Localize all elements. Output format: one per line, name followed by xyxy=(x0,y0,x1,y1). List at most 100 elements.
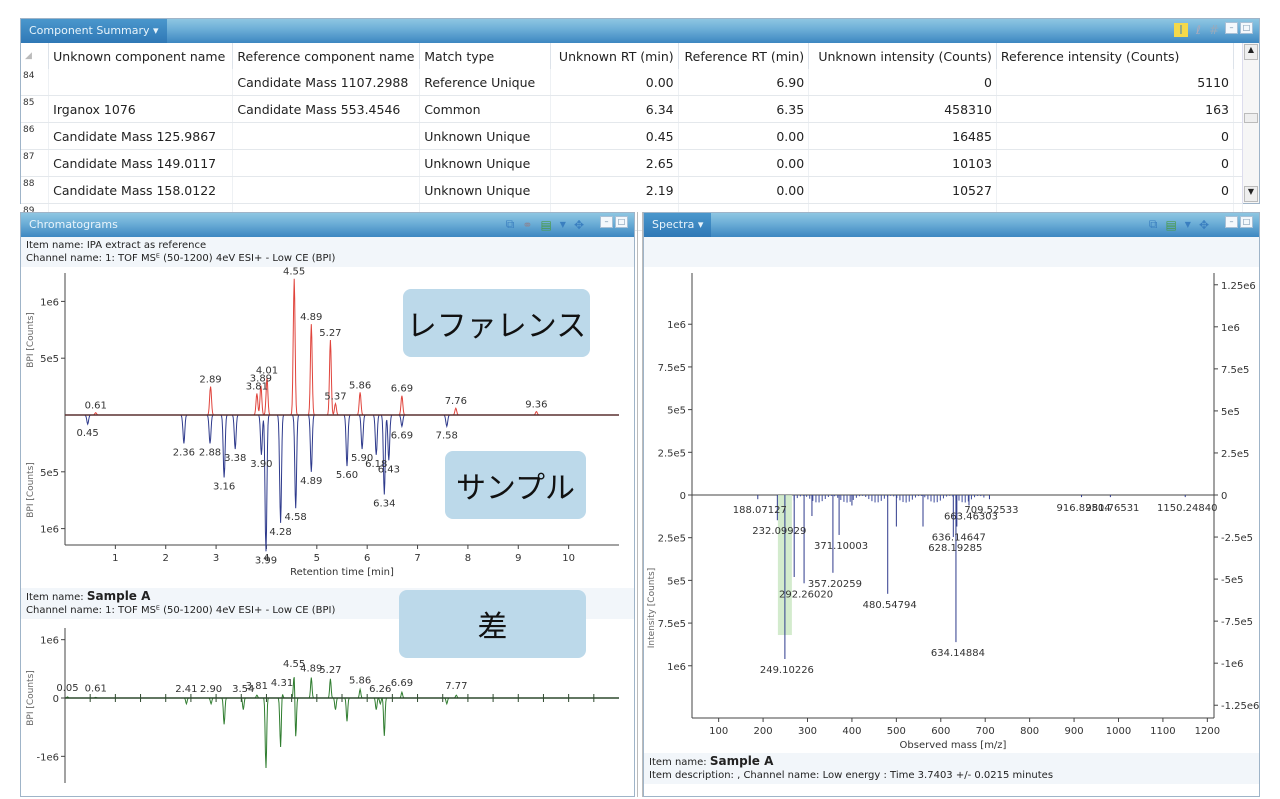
scroll-up-icon[interactable]: ▲ xyxy=(1244,44,1258,60)
column-header[interactable]: Unknown RT (min) xyxy=(550,43,679,69)
minimize-icon[interactable]: – xyxy=(1225,22,1238,34)
export-icon[interactable]: ▤ xyxy=(540,218,551,232)
cell-ri: 0 xyxy=(996,122,1235,150)
cell-ref xyxy=(232,149,421,177)
minimize-icon[interactable]: – xyxy=(600,216,613,228)
spectra-dropdown[interactable]: Spectra ▾ xyxy=(644,213,712,237)
zoom-box-icon[interactable]: ⧉ xyxy=(506,217,515,232)
table-scrollbar[interactable]: ▲ ▼ xyxy=(1242,43,1259,203)
y-tick-label-left: 0 xyxy=(680,491,686,502)
table-row[interactable]: 85 Irganox 1076 Candidate Mass 553.4546 Com… xyxy=(21,95,1243,123)
link-icon[interactable]: ℓ xyxy=(1196,23,1201,37)
cell-rrt: 0.00 xyxy=(678,122,810,150)
scroll-thumb[interactable] xyxy=(1244,113,1258,123)
peak-label-sample: 2.88 xyxy=(199,447,221,458)
peak-label-sample: 7.58 xyxy=(436,430,458,441)
y-tick-label-right: -1.25e6 xyxy=(1221,701,1259,712)
peak-label-sample: 4.58 xyxy=(285,512,307,523)
y-tick-label-right: -1e6 xyxy=(1221,659,1244,670)
x-axis-label: Retention time [min] xyxy=(290,567,394,578)
column-header[interactable]: Unknown component name xyxy=(48,43,234,69)
column-header[interactable]: Reference RT (min) xyxy=(678,43,810,69)
spectra-item-description: Item description: , Channel name: Low en… xyxy=(649,770,1054,781)
y-tick-label-right: 7.5e5 xyxy=(1221,365,1249,376)
x-tick-label: 300 xyxy=(798,726,817,737)
peak-label-reference: 7.76 xyxy=(445,396,467,407)
component-summary-titlebar: Component Summary ▾ ǀ ℓ # – □ xyxy=(21,19,1259,43)
x-tick-label: 10 xyxy=(562,553,575,564)
x-tick-label: 1 xyxy=(112,553,118,564)
minimize-icon[interactable]: – xyxy=(1225,216,1238,228)
x-tick-label: 600 xyxy=(931,726,950,737)
peak-label-spectrum: 249.10226 xyxy=(760,665,814,676)
peak-label-reference: 4.89 xyxy=(300,312,322,323)
table-row[interactable]: 84 Candidate Mass 1107.2988 Reference Uniq… xyxy=(21,69,1243,96)
y-tick-label-right: 1.25e6 xyxy=(1221,281,1256,292)
table-row[interactable]: 86 Candidate Mass 125.9867 Unknown Unique 0… xyxy=(21,122,1243,150)
cell-unk: Candidate Mass 125.9867 xyxy=(48,122,234,150)
export-icon[interactable]: ▤ xyxy=(1165,218,1176,232)
maximize-icon[interactable]: □ xyxy=(615,216,628,228)
table-row[interactable]: 87 Candidate Mass 149.0117 Unknown Unique 2… xyxy=(21,149,1243,177)
cell-unk: Irganox 1076 xyxy=(48,95,234,123)
callout-difference: 差 xyxy=(399,590,586,658)
column-header[interactable]: Unknown intensity (Counts) xyxy=(808,43,997,69)
peak-label-reference: 5.27 xyxy=(319,328,341,339)
cell-ref xyxy=(232,176,421,204)
column-header[interactable]: Match type xyxy=(419,43,551,69)
column-header[interactable]: Reference intensity (Counts) xyxy=(996,43,1235,69)
zoom-box-icon[interactable]: ⧉ xyxy=(1149,217,1158,232)
y-axis-label-bottom: BPI [Counts] xyxy=(26,462,36,518)
y-tick-label-left: 2.5e5 xyxy=(658,534,686,545)
x-tick-label: 1200 xyxy=(1195,726,1220,737)
spectra-panel: Spectra ▾ ⧉ ▤ ▼ ✥ – □ 100 200 300 400 500 600 7… xyxy=(643,212,1260,797)
peak-label-difference: 6.69 xyxy=(391,678,413,689)
corner-sort-icon[interactable]: ◢ xyxy=(21,43,50,69)
x-tick-label: 500 xyxy=(887,726,906,737)
chevron-down-icon[interactable]: ▼ xyxy=(1185,220,1191,229)
reference-info: Item name: IPA extract as reference Chan… xyxy=(21,237,634,267)
chromatograms-tab[interactable]: Chromatograms xyxy=(21,213,126,237)
overlay-icon[interactable]: ⚭ xyxy=(522,218,532,232)
y-tick-label-right: 2.5e5 xyxy=(1221,449,1249,460)
column-header[interactable]: Reference component name xyxy=(232,43,421,69)
peak-label-difference: 5.27 xyxy=(319,665,341,676)
cell-urt: 2.19 xyxy=(550,176,679,204)
table-row[interactable]: 88 Candidate Mass 158.0122 Unknown Unique 2… xyxy=(21,176,1243,204)
x-tick-label: 9 xyxy=(515,553,521,564)
peak-label-sample: 6.34 xyxy=(373,499,395,510)
y-tick-label-left: 1e6 xyxy=(667,662,686,673)
peak-label-reference: 5.86 xyxy=(349,380,371,391)
cell-match: Unknown Unique xyxy=(419,149,551,177)
scroll-down-icon[interactable]: ▼ xyxy=(1244,186,1258,202)
peak-label-sample: 6.69 xyxy=(391,430,413,441)
peak-label-sample: 3.90 xyxy=(250,459,272,470)
y-tick-label: 1e6 xyxy=(40,636,59,647)
cell-rrt: 0.00 xyxy=(678,149,810,177)
move-icon[interactable]: ✥ xyxy=(1199,218,1209,232)
cell-unk xyxy=(48,69,234,96)
maximize-icon[interactable]: □ xyxy=(1240,22,1253,34)
peak-label-difference: 0.05 xyxy=(56,683,78,694)
peak-label-reference: 5.37 xyxy=(324,392,346,403)
y-tick-label: 1e6 xyxy=(40,525,59,536)
maximize-icon[interactable]: □ xyxy=(1240,216,1253,228)
chevron-down-icon[interactable]: ▼ xyxy=(560,220,566,229)
move-icon[interactable]: ✥ xyxy=(574,218,584,232)
hash-icon[interactable]: # xyxy=(1209,23,1219,37)
peak-label-spectrum: 709.52533 xyxy=(964,505,1018,516)
spectra-header-blank xyxy=(644,237,1259,267)
cell-ri: 163 xyxy=(996,95,1235,123)
peak-label-spectrum: 292.26020 xyxy=(779,589,833,600)
y-axis-label: BPI [Counts] xyxy=(26,670,36,726)
cell-ui: 10527 xyxy=(808,176,997,204)
callout-reference: レファレンス xyxy=(403,289,590,357)
y-tick-label-right: -2.5e5 xyxy=(1221,533,1253,544)
info-icon[interactable]: ǀ xyxy=(1173,23,1188,37)
component-summary-dropdown[interactable]: Component Summary ▾ xyxy=(21,19,167,43)
cell-rrt: 0.00 xyxy=(678,176,810,204)
peak-label-reference: 4.55 xyxy=(283,267,305,278)
peak-label-sample: 6.43 xyxy=(378,464,400,475)
x-tick-label: 2 xyxy=(163,553,169,564)
peak-label-spectrum: 188.07127 xyxy=(733,505,787,516)
